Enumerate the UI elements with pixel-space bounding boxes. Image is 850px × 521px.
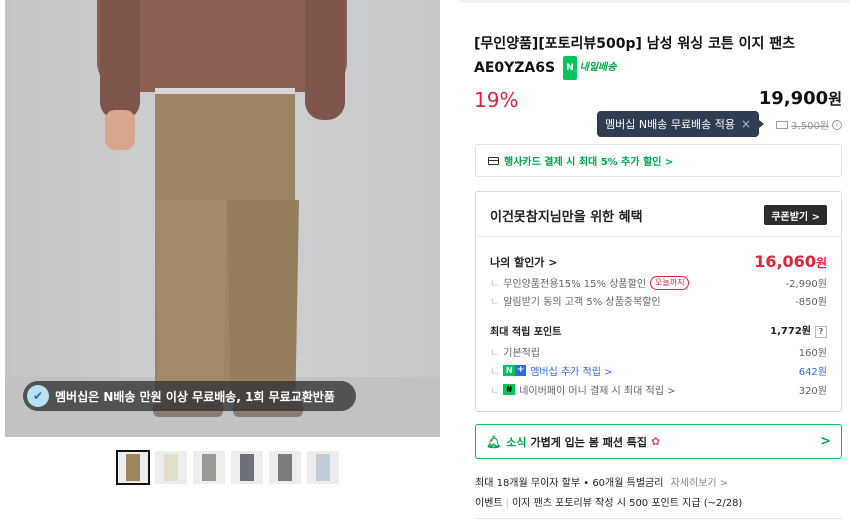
delivery-badge-text: 내일배송: [579, 62, 617, 73]
product-main-image[interactable]: [5, 0, 440, 437]
my-price-row[interactable]: 나의 할인가 > 16,060원: [490, 252, 827, 271]
thumbnail[interactable]: [155, 451, 187, 484]
shipping-fee: 3,500원 i: [776, 117, 842, 132]
discount-item-value: -2,990원: [785, 279, 827, 290]
thumbnail-strip: [116, 450, 339, 485]
membership-points-link[interactable]: 멤버십 추가 적립 >: [530, 363, 612, 378]
chevron-right-icon[interactable]: >: [820, 434, 831, 449]
naverpay-points-link[interactable]: 네이버페이 머니 결제 시 최대 적립 >: [519, 382, 675, 397]
info-icon[interactable]: i: [832, 119, 842, 130]
point-item-value: 642원: [798, 367, 827, 378]
naverpay-icon: ₦: [503, 384, 516, 395]
discount-item: ㄴ 무인양품전용15% 15% 상품할인 오늘까지 -2,990원: [490, 275, 827, 290]
news-label: 소식: [506, 435, 527, 449]
product-title: [무인양품][포토리뷰500p] 남성 워싱 코튼 이지 팬츠 AE0YZA6S…: [474, 32, 844, 80]
membership-banner[interactable]: ✔ 멤버십은 N배송 만원 이상 무료배송, 1회 무료교환반품: [23, 381, 356, 411]
point-item-label: 기본적립: [503, 348, 541, 359]
discount-rate: 19%: [474, 88, 519, 112]
sale-price: 19,900원: [759, 88, 842, 109]
points-row: 최대 적립 포인트 1,772원?: [490, 322, 827, 338]
installment-more-link[interactable]: 자세히보기 >: [671, 478, 729, 489]
thumbnail[interactable]: [231, 451, 263, 484]
benefit-panel: 이건못참지님만을 위한 혜택 쿠폰받기 > 나의 할인가 > 16,060원 ㄴ…: [475, 191, 842, 412]
news-text: 가볍게 입는 봄 패션 특집: [530, 435, 648, 449]
product-code: AE0YZA6S: [474, 60, 556, 76]
discount-item: ㄴ 알림받기 동의 고객 5% 상품중복할인 -850원: [490, 293, 827, 308]
my-price: 16,060원: [754, 252, 827, 271]
point-item-value: 320원: [798, 386, 827, 397]
today-only-tag: 오늘까지: [650, 275, 690, 290]
event-info: 이벤트 | 이지 팬츠 포토리뷰 작성 시 500 포인트 지급 (~2/28): [475, 498, 743, 509]
bell-icon: 🔔︎: [486, 434, 502, 449]
delivery-badge: N 내일배송: [563, 56, 616, 80]
discount-item-label: 알림받기 동의 고객 5% 상품중복할인: [503, 297, 661, 308]
top-divider: [460, 0, 850, 3]
point-item: ㄴ N + 멤버십 추가 적립 > 642원: [490, 363, 827, 378]
coupon-button[interactable]: 쿠폰받기 >: [764, 205, 827, 225]
installment-text: 최대 18개월 무이자 할부 • 60개월 특별금리: [475, 478, 664, 489]
thumbnail[interactable]: [193, 451, 225, 484]
credit-card-icon: [488, 156, 499, 165]
event-label: 이벤트: [475, 498, 503, 509]
help-icon[interactable]: ?: [815, 326, 827, 338]
sale-price-amount: 19,900: [758, 88, 829, 109]
thumbnail[interactable]: [307, 451, 339, 484]
membership-banner-text: 멤버십은 N배송 만원 이상 무료배송, 1회 무료교환반품: [55, 389, 335, 404]
flower-icon: ✿: [651, 435, 661, 448]
n-delivery-icon: N: [563, 56, 577, 80]
close-icon[interactable]: ×: [741, 117, 751, 131]
sale-price-unit: 원: [828, 90, 842, 108]
shipping-fee-value: 3,500원: [791, 121, 829, 132]
shipping-tooltip: 멤버십 N배송 무료배송 적용 ×: [597, 111, 765, 137]
card-promo-text: 행사카드 결제 시 최대 5% 추가 할인 >: [504, 157, 674, 168]
my-price-label[interactable]: 나의 할인가 >: [490, 254, 557, 270]
discount-item-value: -850원: [795, 297, 827, 308]
truck-icon: [776, 120, 789, 129]
thumbnail[interactable]: [269, 451, 301, 484]
my-price-value: 16,060: [754, 252, 816, 271]
discount-item-label: 무인양품전용15% 15% 상품할인: [503, 279, 647, 290]
thumbnail[interactable]: [116, 450, 150, 485]
point-item: ㄴ ₦ 네이버페이 머니 결제 시 최대 적립 > 320원: [490, 382, 827, 397]
membership-icon: ✔: [27, 385, 49, 407]
news-banner[interactable]: 🔔︎ 소식 가볍게 입는 봄 패션 특집 ✿ >: [475, 424, 842, 459]
product-name: [무인양품][포토리뷰500p] 남성 워싱 코튼 이지 팬츠: [474, 36, 796, 52]
point-item-value: 160원: [798, 348, 827, 359]
benefit-heading: 이건못참지님만을 위한 혜택: [490, 210, 643, 225]
shipping-tooltip-text: 멤버십 N배송 무료배송 적용: [605, 118, 736, 131]
n-plus-icon: N +: [503, 365, 527, 376]
installment-info: 최대 18개월 무이자 할부 • 60개월 특별금리 자세히보기 >: [475, 474, 728, 489]
event-text[interactable]: 이지 팬츠 포토리뷰 작성 시 500 포인트 지급 (~2/28): [512, 498, 742, 509]
card-promo-link[interactable]: 행사카드 결제 시 최대 5% 추가 할인 >: [475, 144, 842, 177]
my-price-unit: 원: [815, 256, 827, 270]
points-label: 최대 적립 포인트: [490, 326, 562, 338]
point-item: ㄴ 기본적립 160원: [490, 344, 827, 359]
points-value: 1,772원: [770, 326, 811, 337]
